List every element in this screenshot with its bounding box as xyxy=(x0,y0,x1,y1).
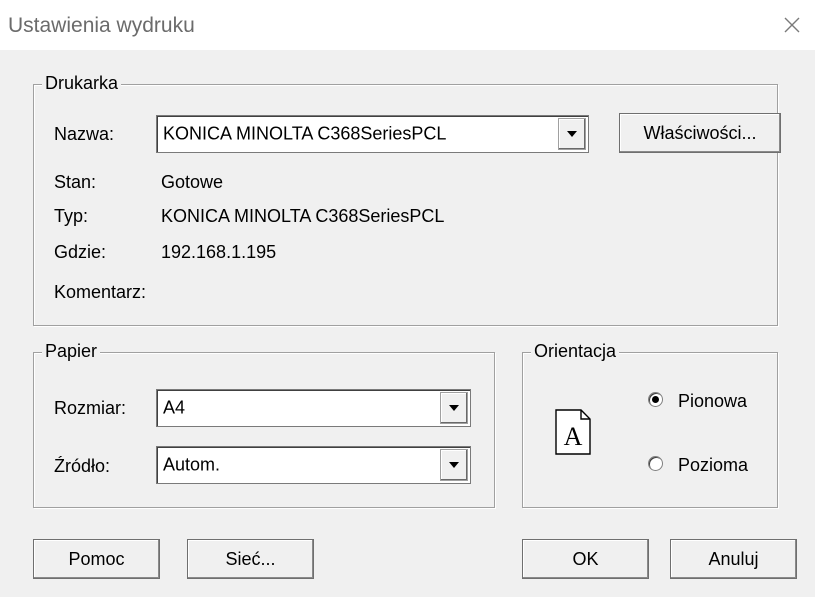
type-value: KONICA MINOLTA C368SeriesPCL xyxy=(161,206,445,226)
status-label: Stan: xyxy=(54,172,97,192)
chevron-down-icon xyxy=(449,405,459,411)
where-label: Gdzie: xyxy=(54,242,107,262)
status-value: Gotowe xyxy=(161,172,224,192)
ok-button[interactable]: OK xyxy=(522,539,649,579)
orientation-group-legend: Orientacja xyxy=(531,341,620,362)
landscape-label[interactable]: Pozioma xyxy=(678,455,748,476)
network-button[interactable]: Sieć... xyxy=(187,539,314,579)
printer-group-legend: Drukarka xyxy=(42,73,122,94)
print-setup-dialog: Ustawienia wydruku Drukarka Nazwa: KONIC… xyxy=(0,0,815,597)
portrait-label[interactable]: Pionowa xyxy=(678,391,747,412)
paper-source-value: Autom. xyxy=(163,454,221,475)
paper-size-label: Rozmiar: xyxy=(54,398,127,418)
landscape-radio[interactable] xyxy=(648,456,663,471)
portrait-radio[interactable] xyxy=(648,392,663,407)
printer-name-dropdown-button[interactable] xyxy=(558,118,586,150)
comment-label: Komentarz: xyxy=(54,282,147,302)
type-label: Typ: xyxy=(54,206,89,226)
page-portrait-icon: A xyxy=(555,409,591,460)
portrait-radio-dot xyxy=(652,396,659,403)
paper-size-select[interactable]: A4 xyxy=(156,389,471,427)
page-portrait-glyph: A xyxy=(564,422,583,451)
printer-name-label: Nazwa: xyxy=(54,124,115,144)
properties-button[interactable]: Właściwości... xyxy=(619,113,781,153)
paper-group: Papier xyxy=(33,341,495,508)
printer-name-value: KONICA MINOLTA C368SeriesPCL xyxy=(163,123,447,144)
paper-group-legend: Papier xyxy=(42,341,101,362)
help-button[interactable]: Pomoc xyxy=(33,539,160,579)
cancel-button[interactable]: Anuluj xyxy=(670,539,797,579)
paper-source-label: Źródło: xyxy=(54,456,111,476)
dialog-title: Ustawienia wydruku xyxy=(8,14,195,37)
where-value: 192.168.1.195 xyxy=(161,242,277,262)
title-bar: Ustawienia wydruku xyxy=(0,0,815,50)
paper-size-dropdown-button[interactable] xyxy=(440,392,468,424)
printer-name-select[interactable]: KONICA MINOLTA C368SeriesPCL xyxy=(156,115,589,153)
chevron-down-icon xyxy=(567,131,577,137)
paper-source-select[interactable]: Autom. xyxy=(156,446,471,484)
chevron-down-icon xyxy=(449,462,459,468)
close-icon[interactable] xyxy=(779,12,805,38)
paper-source-dropdown-button[interactable] xyxy=(440,449,468,481)
paper-size-value: A4 xyxy=(163,397,186,418)
